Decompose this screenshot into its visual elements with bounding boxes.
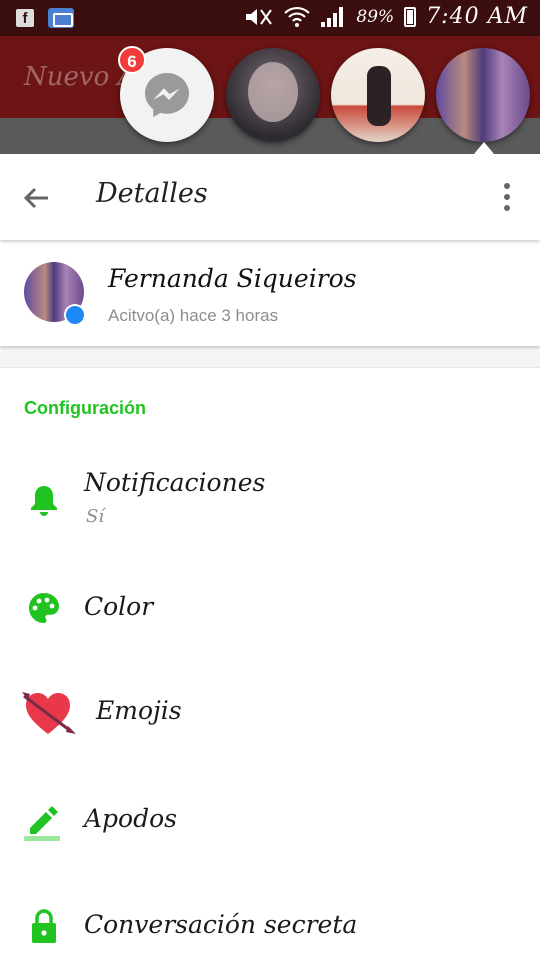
page-title: Detalles	[96, 178, 208, 209]
active-status: Acitvo(a) hace 3 horas	[108, 306, 279, 325]
toolbar: Detalles	[0, 154, 540, 240]
wifi-icon	[284, 6, 311, 27]
notifications-value: Sí	[86, 506, 105, 527]
details-panel: Detalles Fernanda Siqueiros Acitvo(a) ha…	[0, 154, 540, 960]
emojis-label: Emojis	[96, 696, 182, 725]
signal-icon	[321, 6, 344, 27]
back-arrow-icon[interactable]	[20, 182, 52, 214]
secret-conversation-row[interactable]: Conversación secreta	[0, 876, 540, 960]
section-divider	[0, 346, 540, 368]
mute-icon	[246, 8, 273, 25]
email-notification-icon	[48, 8, 74, 28]
palette-icon	[29, 593, 59, 623]
heart-arrow-icon	[22, 692, 76, 734]
color-label: Color	[84, 592, 154, 621]
chat-head-contact-3[interactable]	[436, 48, 530, 142]
contact-photo	[248, 62, 298, 122]
chat-head-contact-1[interactable]	[226, 48, 320, 142]
status-bar: f 89% 7:40 AM	[0, 0, 540, 36]
selected-head-pointer	[474, 142, 494, 154]
pencil-icon	[24, 806, 60, 841]
bell-icon	[31, 486, 57, 516]
battery-icon	[404, 6, 417, 27]
messenger-badge-icon	[64, 304, 86, 326]
profile-header[interactable]: Fernanda Siqueiros Acitvo(a) hace 3 hora…	[0, 240, 540, 346]
clock: 7:40 AM	[426, 4, 528, 29]
contact-name: Fernanda Siqueiros	[108, 264, 357, 293]
nicknames-row[interactable]: Apodos	[0, 770, 540, 870]
chat-head-contact-2[interactable]	[331, 48, 425, 142]
facebook-notification-icon: f	[16, 9, 34, 27]
battery-percentage: 89%	[356, 6, 395, 27]
unread-count-badge: 6	[118, 46, 146, 74]
contact-photo	[367, 66, 391, 126]
lock-icon	[32, 909, 56, 943]
more-options-icon[interactable]	[496, 180, 518, 214]
messenger-icon	[145, 73, 189, 117]
emojis-row[interactable]: Emojis	[0, 664, 540, 764]
color-row[interactable]: Color	[0, 558, 540, 658]
nicknames-label: Apodos	[84, 804, 177, 833]
notifications-row[interactable]: Notificaciones Sí	[0, 444, 540, 544]
settings-header: Configuración	[24, 398, 146, 418]
secret-conversation-label: Conversación secreta	[84, 910, 358, 939]
notifications-label: Notificaciones	[84, 468, 266, 497]
